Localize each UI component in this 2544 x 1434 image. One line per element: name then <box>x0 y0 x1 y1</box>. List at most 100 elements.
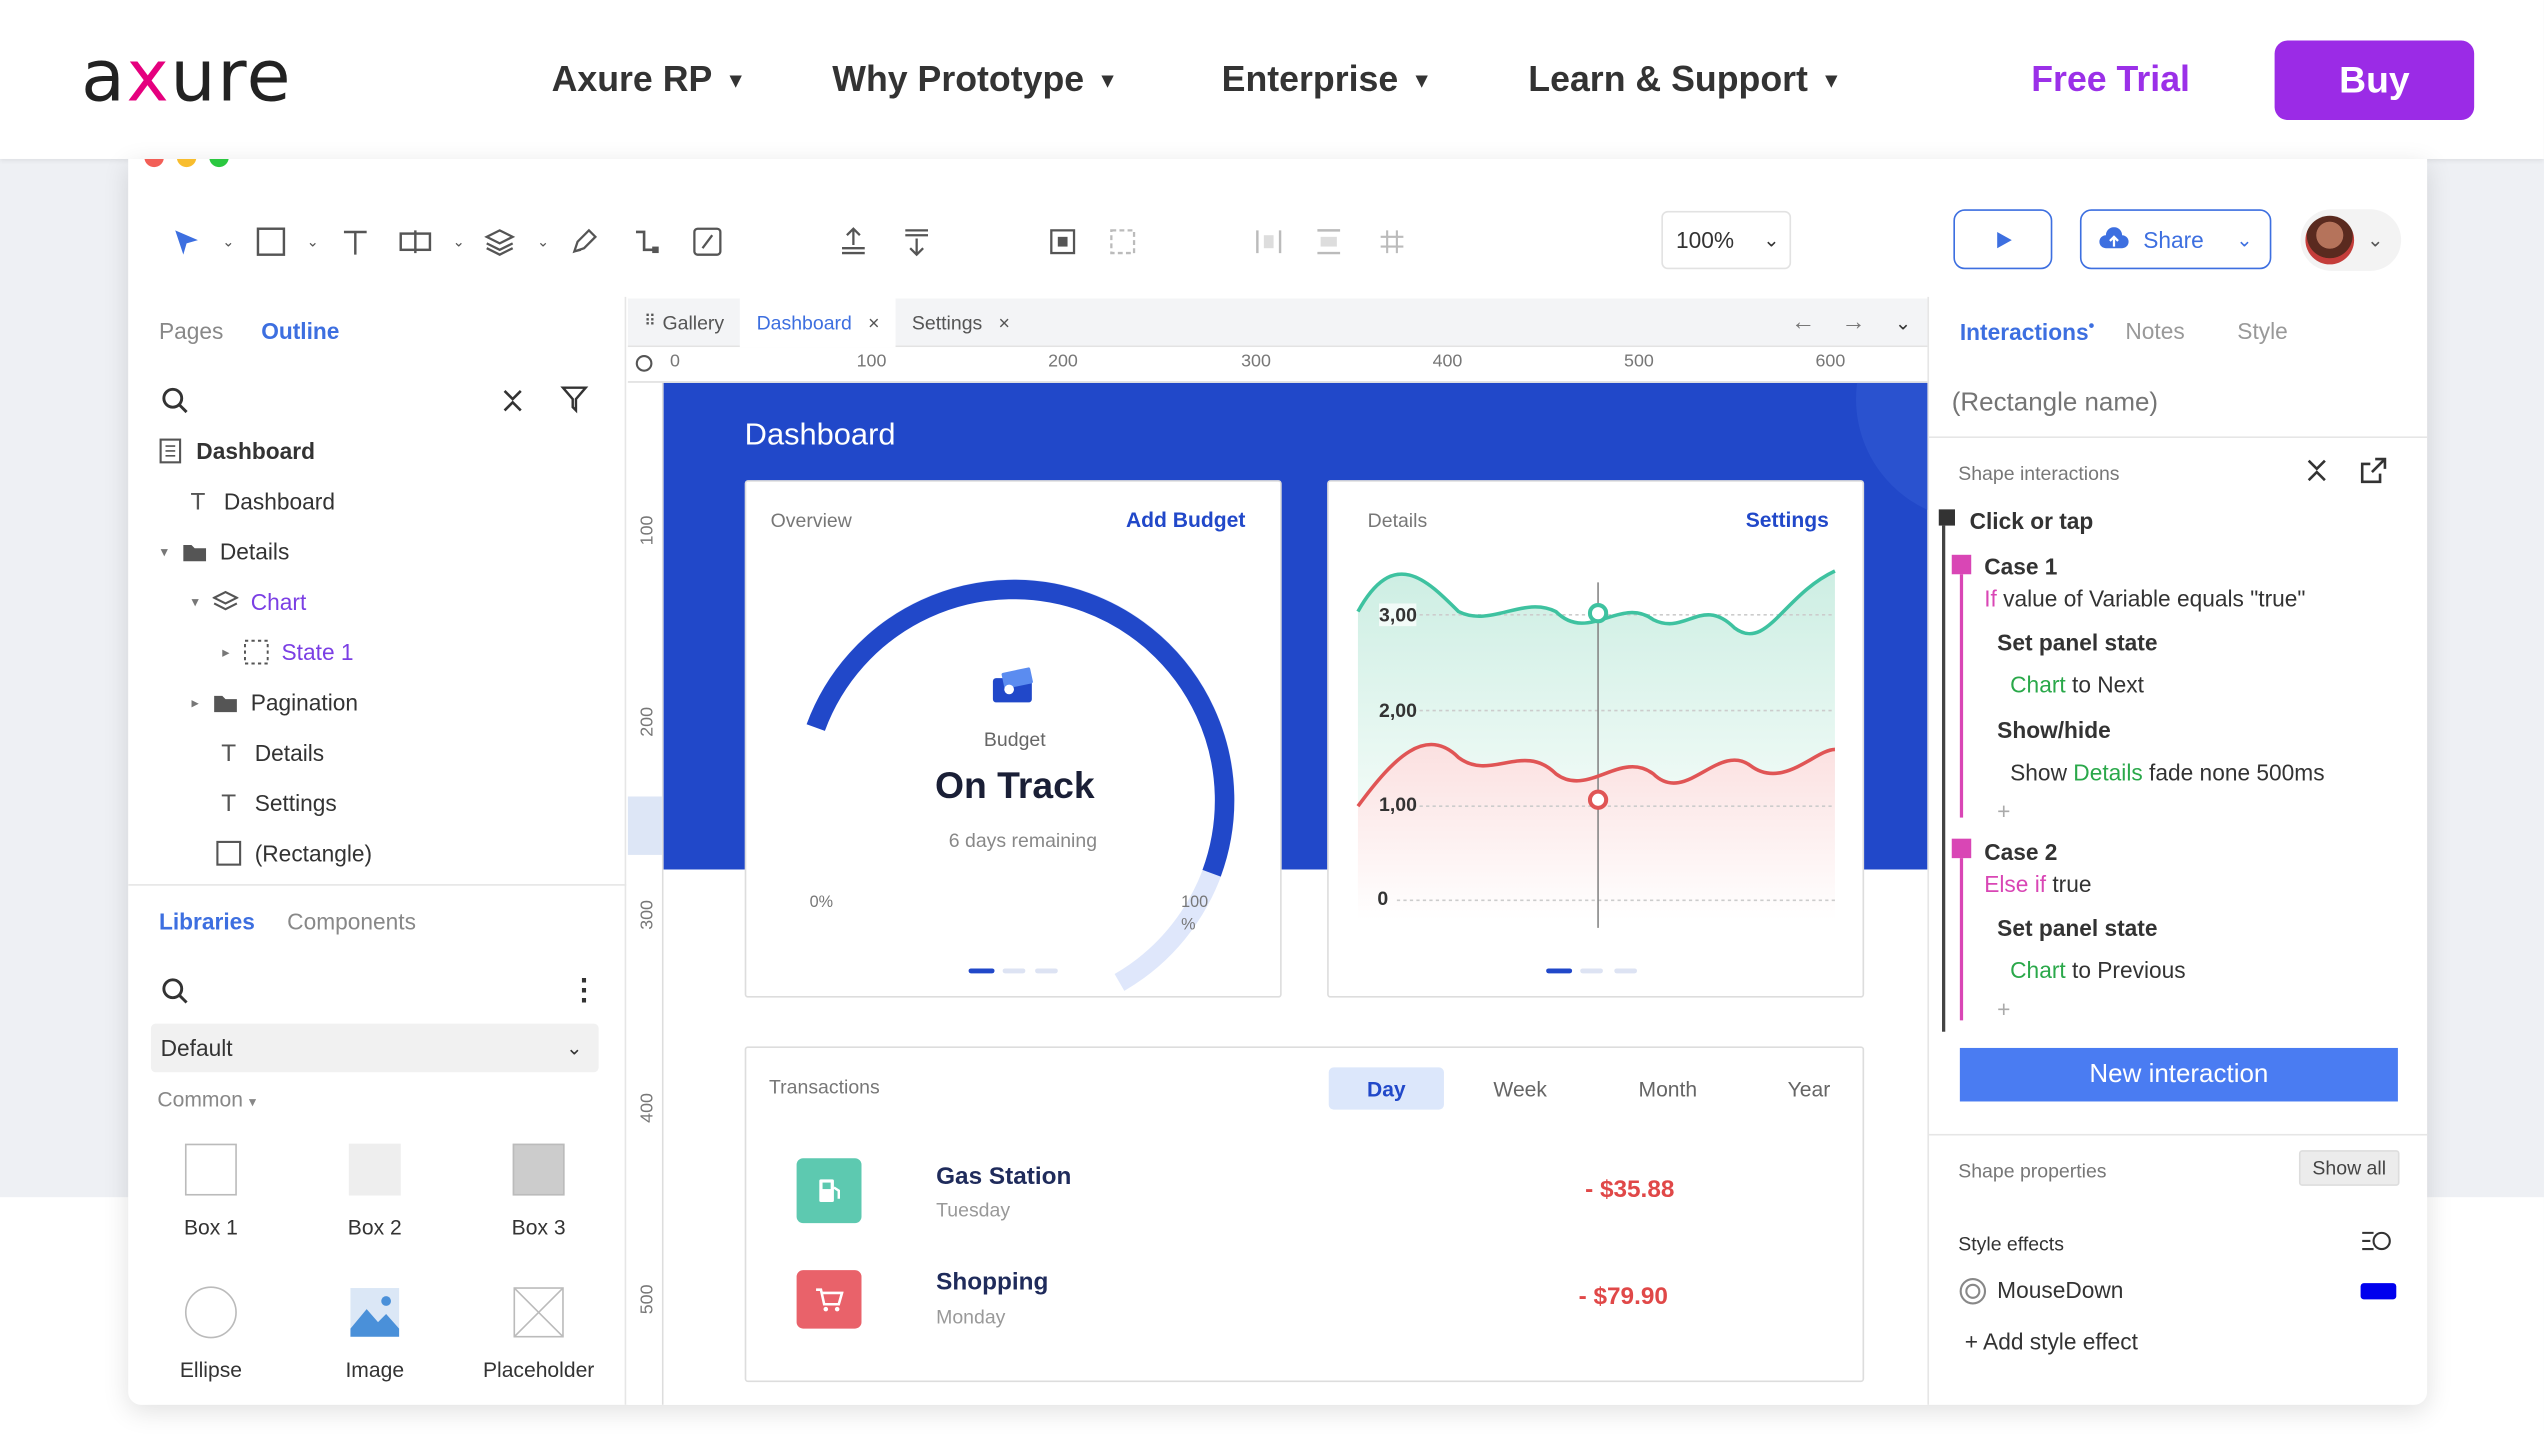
tab-notes[interactable]: Notes <box>2125 318 2184 344</box>
axure-logo[interactable]: axure <box>81 36 292 119</box>
range-week[interactable]: Week <box>1463 1067 1577 1109</box>
chevron-down-icon[interactable]: ⌄ <box>537 234 549 252</box>
action-detail[interactable]: Chart to Next <box>2010 672 2144 698</box>
tree-folder-pagination[interactable]: ▸ Pagination <box>191 689 358 715</box>
forward-arrow-icon[interactable]: → <box>1841 308 1865 336</box>
filter-icon[interactable] <box>560 384 592 414</box>
tab-settings[interactable]: Settings × <box>896 298 1026 347</box>
lib-item-image[interactable]: Image <box>310 1286 440 1382</box>
lib-item-placeholder[interactable]: Placeholder <box>474 1286 604 1382</box>
collapse-case-icon[interactable] <box>1951 838 1972 859</box>
tab-dashboard[interactable]: Dashboard × <box>740 297 896 347</box>
action-show-hide[interactable]: Show/hide <box>1997 717 2111 743</box>
add-style-effect-icon[interactable] <box>2359 1228 2395 1254</box>
grid-icon[interactable] <box>1371 221 1413 263</box>
case-2[interactable]: Case 2 <box>1984 839 2057 865</box>
caret-right-icon[interactable]: ▸ <box>191 693 198 711</box>
group-icon[interactable] <box>1042 221 1084 263</box>
layers-tool-icon[interactable] <box>479 221 521 263</box>
add-action-icon[interactable]: + <box>1997 996 2010 1022</box>
tree-dynamic-panel-chart[interactable]: ▾ Chart <box>191 589 306 615</box>
tab-components[interactable]: Components <box>287 908 416 934</box>
tab-interactions[interactable]: Interactions• <box>1960 318 2094 345</box>
zoom-select[interactable]: 100% ⌄ <box>1661 210 1792 270</box>
lib-item-box3[interactable]: Box 3 <box>474 1143 604 1239</box>
collapse-all-icon[interactable] <box>498 386 527 415</box>
window-close-dot[interactable] <box>144 158 164 168</box>
input-tool-icon[interactable] <box>394 221 436 263</box>
add-style-effect-link[interactable]: + Add style effect <box>1965 1329 2138 1355</box>
note-tool-icon[interactable] <box>686 221 728 263</box>
lib-item-box2[interactable]: Box 2 <box>310 1143 440 1239</box>
caret-right-icon[interactable]: ▸ <box>222 643 229 661</box>
back-arrow-icon[interactable]: ← <box>1791 308 1815 336</box>
range-day[interactable]: Day <box>1328 1067 1444 1110</box>
range-year[interactable]: Year <box>1752 1067 1866 1109</box>
action-set-panel-state[interactable]: Set panel state <box>1997 915 2157 941</box>
mousedown-radio-icon[interactable] <box>1958 1277 1987 1306</box>
transactions-card[interactable]: Transactions Day Week Month Year Gas Sta… <box>744 1046 1866 1383</box>
tree-text-dashboard[interactable]: T Dashboard <box>185 487 335 515</box>
chevron-down-icon[interactable]: ⌄ <box>307 234 319 252</box>
show-all-button[interactable]: Show all <box>2298 1150 2400 1186</box>
pager-dot[interactable] <box>1035 968 1058 974</box>
chevron-down-icon[interactable]: ⌄ <box>222 234 234 252</box>
pager-dot[interactable] <box>1002 968 1026 974</box>
tab-libraries[interactable]: Libraries <box>159 908 255 934</box>
pager-dot-active[interactable] <box>968 968 995 974</box>
pager-dot[interactable] <box>1580 968 1603 974</box>
share-button[interactable]: Share ⌄ <box>2079 209 2272 270</box>
add-action-icon[interactable]: + <box>1997 798 2010 824</box>
pen-tool-icon[interactable] <box>563 221 605 263</box>
pager-dot-active[interactable] <box>1546 968 1573 974</box>
red-series-marker[interactable] <box>1587 789 1609 810</box>
action-detail[interactable]: Chart to Previous <box>2010 957 2185 983</box>
chevron-down-icon[interactable]: ⌄ <box>453 234 465 252</box>
case-1-condition[interactable]: If value of Variable equals "true" <box>1984 586 2305 612</box>
distribute-v-icon[interactable] <box>1308 221 1350 263</box>
tree-rectangle[interactable]: (Rectangle) <box>216 840 372 866</box>
tree-folder-details[interactable]: ▾ Details <box>161 539 290 565</box>
caret-down-icon[interactable]: ▾ <box>191 593 198 611</box>
action-set-panel-state[interactable]: Set panel state <box>1997 629 2157 655</box>
select-tool-icon[interactable] <box>165 221 207 263</box>
shape-name-input[interactable] <box>1951 379 2390 429</box>
case-2-condition[interactable]: Else if true <box>1984 871 2091 897</box>
design-canvas[interactable]: Dashboard Overview Add Budget Budget On … <box>663 382 1928 1405</box>
tab-pages[interactable]: Pages <box>159 318 223 344</box>
range-month[interactable]: Month <box>1611 1067 1725 1109</box>
tab-style[interactable]: Style <box>2237 318 2287 344</box>
case-1[interactable]: Case 1 <box>1984 553 2057 579</box>
style-effect-mousedown[interactable]: MouseDown <box>1997 1277 2123 1303</box>
close-icon[interactable]: × <box>998 311 1009 334</box>
buy-button[interactable]: Buy <box>2274 40 2475 121</box>
nav-enterprise[interactable]: Enterprise ▼ <box>1222 58 1432 100</box>
nav-axure-rp[interactable]: Axure RP ▼ <box>552 58 747 100</box>
tree-page-dashboard[interactable]: Dashboard <box>157 438 315 464</box>
action-detail[interactable]: Show Details fade none 500ms <box>2010 759 2324 785</box>
ungroup-icon[interactable] <box>1102 221 1144 263</box>
collapse-event-icon[interactable] <box>1938 509 1955 526</box>
library-select[interactable]: Default ⌄ <box>150 1023 599 1073</box>
rectangle-tool-icon[interactable] <box>250 221 292 263</box>
lib-item-box1[interactable]: Box 1 <box>146 1143 276 1239</box>
send-back-icon[interactable] <box>896 221 938 263</box>
window-zoom-dot[interactable] <box>209 158 229 168</box>
tab-gallery[interactable]: ⠿ Gallery <box>628 298 741 347</box>
tab-outline[interactable]: Outline <box>261 318 339 344</box>
overview-card[interactable]: Overview Add Budget Budget On Track 6 da… <box>744 480 1282 998</box>
collapse-icon[interactable] <box>2304 456 2330 485</box>
details-card[interactable]: Details Settings 3,00 2,00 1,00 0 <box>1327 480 1865 998</box>
tree-state-1[interactable]: ▸ State 1 <box>222 639 353 665</box>
connector-tool-icon[interactable] <box>625 221 667 263</box>
nav-why-prototype[interactable]: Why Prototype ▼ <box>832 58 1118 100</box>
library-section-common[interactable]: Common ▾ <box>157 1087 256 1111</box>
more-options-icon[interactable]: ⋮ <box>569 975 598 1004</box>
lib-item-ellipse[interactable]: Ellipse <box>146 1286 276 1382</box>
free-trial-link[interactable]: Free Trial <box>2031 58 2190 100</box>
library-search-icon[interactable] <box>161 977 190 1006</box>
close-icon[interactable]: × <box>868 311 879 334</box>
search-icon[interactable] <box>161 386 190 415</box>
mousedown-color-swatch[interactable] <box>2360 1283 2397 1300</box>
collapse-case-icon[interactable] <box>1951 554 1972 575</box>
